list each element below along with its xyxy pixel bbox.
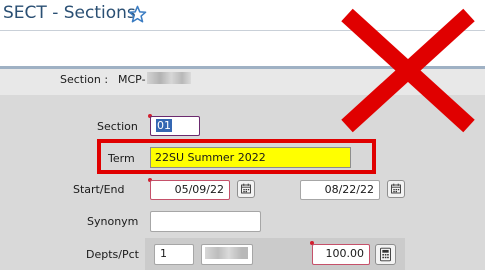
calculator-icon[interactable]	[375, 244, 396, 265]
end-date-input[interactable]: 08/22/22	[300, 180, 380, 200]
section-header-label: Section :	[60, 73, 109, 86]
section-input-value: 01	[156, 119, 172, 132]
dept-seq-input[interactable]: 1	[154, 244, 194, 265]
start-end-label: Start/End	[73, 183, 125, 196]
section-input[interactable]: 01	[150, 116, 200, 136]
depts-pct-label: Depts/Pct	[86, 248, 139, 261]
section-header-value: MCP-	[118, 73, 146, 86]
dept-pct-input[interactable]: 100.00	[312, 244, 370, 265]
toolbar-area	[0, 30, 485, 66]
redacted-text	[205, 247, 248, 259]
synonym-label: Synonym	[87, 215, 139, 228]
term-input[interactable]: 22SU Summer 2022	[150, 147, 351, 168]
star-icon[interactable]	[128, 5, 147, 24]
calendar-icon[interactable]	[237, 180, 255, 198]
redacted-text	[147, 72, 191, 84]
start-date-input[interactable]: 05/09/22	[150, 180, 230, 200]
synonym-input[interactable]	[150, 211, 261, 232]
term-label: Term	[108, 152, 135, 165]
section-label: Section	[97, 120, 138, 133]
window-title: SECT - Sections	[3, 3, 136, 23]
title-bar: SECT - Sections	[0, 0, 485, 30]
calendar-icon[interactable]	[387, 180, 405, 198]
